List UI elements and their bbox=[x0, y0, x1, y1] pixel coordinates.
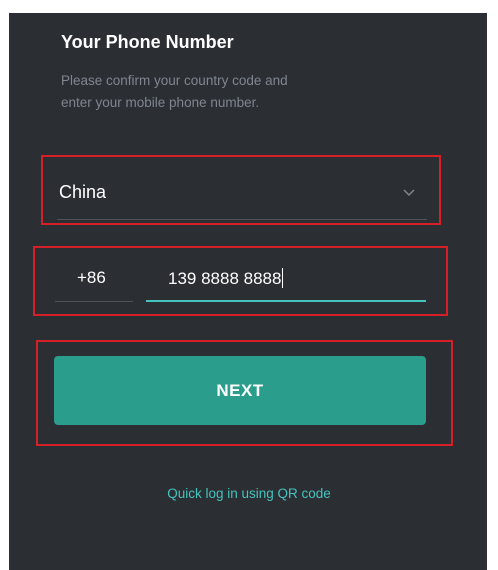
qr-login-link[interactable]: Quick log in using QR code bbox=[0, 486, 498, 501]
instructions-line-2: enter your mobile phone number. bbox=[61, 95, 260, 110]
highlight-box-phone bbox=[33, 246, 448, 316]
page-title: Your Phone Number bbox=[61, 32, 234, 52]
instructions-line-1: Please confirm your country code and bbox=[61, 73, 288, 88]
highlight-box-country bbox=[41, 155, 441, 225]
highlight-box-next bbox=[36, 340, 453, 446]
instructions-text: Please confirm your country code and ent… bbox=[61, 70, 361, 114]
